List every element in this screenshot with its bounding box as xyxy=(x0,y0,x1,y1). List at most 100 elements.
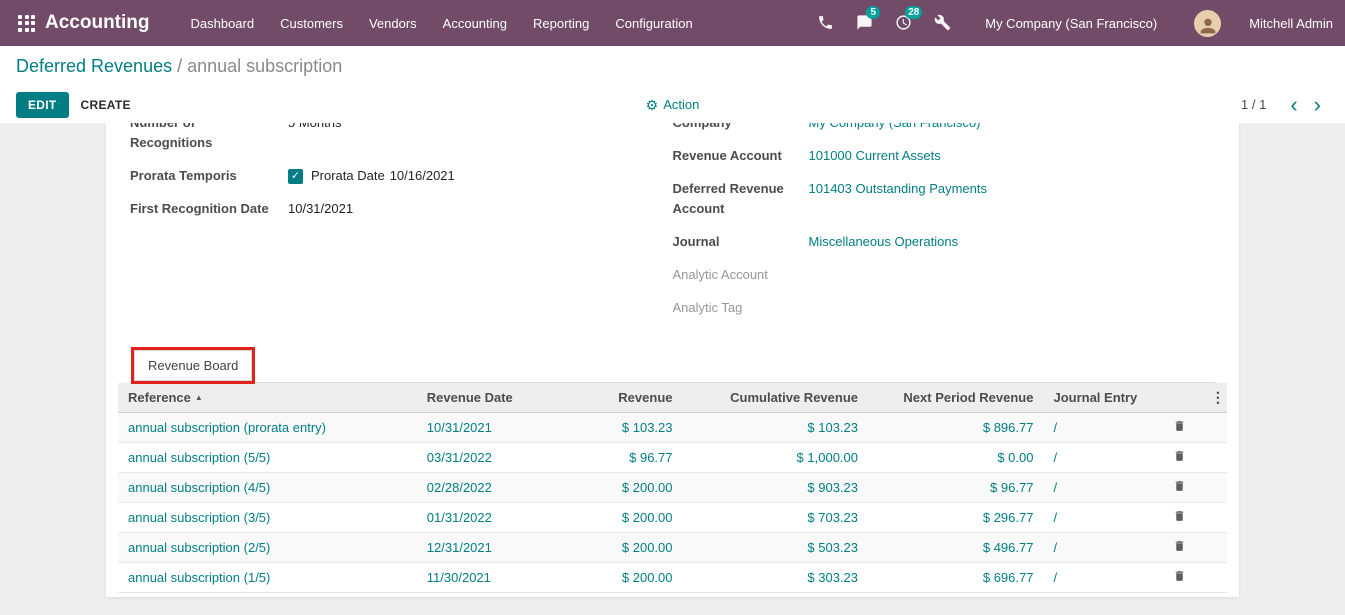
breadcrumb-separator: / xyxy=(172,56,187,77)
delete-row-icon[interactable] xyxy=(1173,539,1186,553)
menu-accounting[interactable]: Accounting xyxy=(430,10,520,37)
annotation-highlight: Revenue Board xyxy=(131,347,255,384)
menu-dashboard[interactable]: Dashboard xyxy=(178,10,268,37)
delete-row-icon[interactable] xyxy=(1173,509,1186,523)
delete-row-icon[interactable] xyxy=(1173,569,1186,583)
cell-revenue: $ 200.00 xyxy=(557,503,682,533)
cell-revenue-date: 12/31/2021 xyxy=(417,533,557,563)
cell-cumulative: $ 1,000.00 xyxy=(683,443,869,473)
field-value-number-of-recognitions: 5 Months xyxy=(288,123,341,153)
apps-menu-icon[interactable] xyxy=(18,15,35,32)
menu-vendors[interactable]: Vendors xyxy=(356,10,430,37)
menu-customers[interactable]: Customers xyxy=(267,10,356,37)
cell-reference[interactable]: annual subscription (2/5) xyxy=(118,533,417,563)
form-fields: Number of Recognitions 5 Months Prorata … xyxy=(130,123,1215,331)
field-value-first-recognition-date: 10/31/2021 xyxy=(288,199,353,219)
cell-journal-entry[interactable]: / xyxy=(1043,413,1158,443)
menu-configuration[interactable]: Configuration xyxy=(602,10,705,37)
table-row[interactable]: annual subscription (1/5) 11/30/2021 $ 2… xyxy=(118,563,1227,593)
header-reference[interactable]: Reference▲ xyxy=(118,383,417,413)
breadcrumb-parent[interactable]: Deferred Revenues xyxy=(16,56,172,77)
company-selector[interactable]: My Company (San Francisco) xyxy=(985,16,1157,31)
cell-cumulative: $ 303.23 xyxy=(683,563,869,593)
field-value-prorata-date: 10/16/2021 xyxy=(390,168,455,183)
create-button[interactable]: CREATE xyxy=(69,92,143,118)
revenue-board-table: Reference▲ Revenue Date Revenue Cumulati… xyxy=(118,383,1227,593)
table-row[interactable]: annual subscription (4/5) 02/28/2022 $ 2… xyxy=(118,473,1227,503)
table-header-row: Reference▲ Revenue Date Revenue Cumulati… xyxy=(118,383,1227,413)
cell-next-period: $ 896.77 xyxy=(868,413,1043,443)
cell-cumulative: $ 103.23 xyxy=(683,413,869,443)
breadcrumb-current: annual subscription xyxy=(187,56,342,77)
messages-icon[interactable]: 5 xyxy=(856,14,874,32)
field-label-prorata-date: Prorata Date xyxy=(311,168,385,183)
cell-revenue-date: 10/31/2021 xyxy=(417,413,557,443)
cell-reference[interactable]: annual subscription (prorata entry) xyxy=(118,413,417,443)
cell-next-period: $ 696.77 xyxy=(868,563,1043,593)
cell-journal-entry[interactable]: / xyxy=(1043,443,1158,473)
top-navbar: Accounting Dashboard Customers Vendors A… xyxy=(0,0,1345,46)
content-area: Number of Recognitions 5 Months Prorata … xyxy=(0,123,1345,615)
cell-revenue-date: 02/28/2022 xyxy=(417,473,557,503)
cell-cumulative: $ 703.23 xyxy=(683,503,869,533)
header-revenue-date[interactable]: Revenue Date xyxy=(417,383,557,413)
header-cumulative-revenue[interactable]: Cumulative Revenue xyxy=(683,383,869,413)
table-row[interactable]: annual subscription (5/5) 03/31/2022 $ 9… xyxy=(118,443,1227,473)
cell-reference[interactable]: annual subscription (4/5) xyxy=(118,473,417,503)
cell-journal-entry[interactable]: / xyxy=(1043,473,1158,503)
field-label-analytic-tag: Analytic Tag xyxy=(673,298,809,318)
header-actions xyxy=(1159,383,1201,413)
cell-next-period: $ 496.77 xyxy=(868,533,1043,563)
pager: 1 / 1 ‹ › xyxy=(1241,94,1329,116)
cell-revenue: $ 103.23 xyxy=(557,413,682,443)
prorata-checkbox[interactable]: ✓ xyxy=(288,169,303,184)
column-options-icon[interactable]: ⋮ xyxy=(1201,383,1227,413)
cell-revenue: $ 200.00 xyxy=(557,533,682,563)
cell-revenue-date: 01/31/2022 xyxy=(417,503,557,533)
cell-journal-entry[interactable]: / xyxy=(1043,563,1158,593)
pager-counter: 1 / 1 xyxy=(1241,97,1266,112)
cell-reference[interactable]: annual subscription (1/5) xyxy=(118,563,417,593)
field-value-revenue-account[interactable]: 101000 Current Assets xyxy=(809,146,941,166)
pager-previous-icon[interactable]: ‹ xyxy=(1282,94,1305,116)
field-label-deferred-revenue-account: Deferred Revenue Account xyxy=(673,179,809,219)
table-row[interactable]: annual subscription (3/5) 01/31/2022 $ 2… xyxy=(118,503,1227,533)
phone-icon[interactable] xyxy=(817,14,835,32)
cell-reference[interactable]: annual subscription (5/5) xyxy=(118,443,417,473)
field-label-first-recognition-date: First Recognition Date xyxy=(130,199,288,219)
form-left-column: Number of Recognitions 5 Months Prorata … xyxy=(130,123,673,331)
cell-journal-entry[interactable]: / xyxy=(1043,533,1158,563)
edit-button[interactable]: EDIT xyxy=(16,92,69,118)
delete-row-icon[interactable] xyxy=(1173,479,1186,493)
cell-next-period: $ 296.77 xyxy=(868,503,1043,533)
field-value-deferred-revenue-account[interactable]: 101403 Outstanding Payments xyxy=(809,179,988,219)
user-menu[interactable]: Mitchell Admin xyxy=(1249,16,1333,31)
form-right-column: Company My Company (San Francisco) Reven… xyxy=(673,123,1216,331)
cell-journal-entry[interactable]: / xyxy=(1043,503,1158,533)
cell-cumulative: $ 903.23 xyxy=(683,473,869,503)
action-menu-button[interactable]: ⚙ Action xyxy=(646,97,700,112)
messages-badge: 5 xyxy=(866,6,880,19)
delete-row-icon[interactable] xyxy=(1173,419,1186,433)
field-label-company: Company xyxy=(673,123,809,133)
cell-revenue: $ 96.77 xyxy=(557,443,682,473)
menu-reporting[interactable]: Reporting xyxy=(520,10,602,37)
field-value-company[interactable]: My Company (San Francisco) xyxy=(809,123,981,133)
activities-icon[interactable]: 28 xyxy=(895,14,913,32)
header-revenue[interactable]: Revenue xyxy=(557,383,682,413)
tools-icon[interactable] xyxy=(934,14,952,32)
header-next-period-revenue[interactable]: Next Period Revenue xyxy=(868,383,1043,413)
avatar[interactable] xyxy=(1194,10,1221,37)
pager-next-icon[interactable]: › xyxy=(1306,94,1329,116)
field-label-revenue-account: Revenue Account xyxy=(673,146,809,166)
cell-revenue: $ 200.00 xyxy=(557,473,682,503)
cell-reference[interactable]: annual subscription (3/5) xyxy=(118,503,417,533)
field-label-analytic-account: Analytic Account xyxy=(673,265,809,285)
field-value-journal[interactable]: Miscellaneous Operations xyxy=(809,232,959,252)
delete-row-icon[interactable] xyxy=(1173,449,1186,463)
table-row[interactable]: annual subscription (prorata entry) 10/3… xyxy=(118,413,1227,443)
table-row[interactable]: annual subscription (2/5) 12/31/2021 $ 2… xyxy=(118,533,1227,563)
header-journal-entry[interactable]: Journal Entry xyxy=(1043,383,1158,413)
tab-revenue-board[interactable]: Revenue Board xyxy=(134,350,252,381)
cell-revenue: $ 200.00 xyxy=(557,563,682,593)
